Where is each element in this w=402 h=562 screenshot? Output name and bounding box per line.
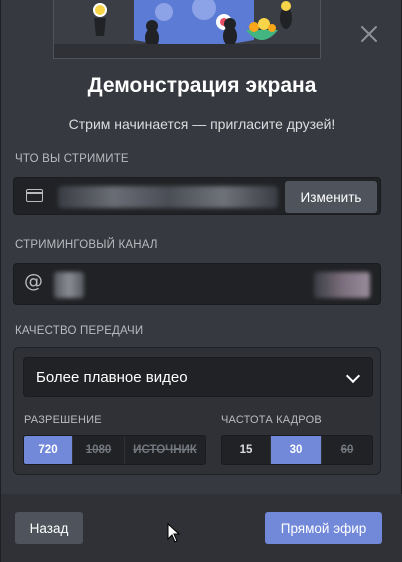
resolution-option-source[interactable]: ИСТОЧНИК [125, 436, 205, 464]
go-live-button[interactable]: Прямой эфир [265, 512, 382, 544]
stream-source-name-redacted [58, 186, 278, 208]
stream-modal: Демонстрация экрана Стрим начинается — п… [0, 0, 402, 562]
stream-channel-label: СТРИМИНГОВЫЙ КАНАЛ [15, 239, 158, 251]
illustration-art [54, 0, 320, 58]
framerate-option-60[interactable]: 60 [322, 436, 372, 464]
framerate-option-15[interactable]: 15 [222, 436, 271, 464]
change-source-button[interactable]: Изменить [285, 181, 377, 213]
resolution-toggle: 720 1080 ИСТОЧНИК [23, 435, 206, 465]
stream-illustration [53, 0, 321, 59]
stream-source-label: ЧТО ВЫ СТРИМИТЕ [15, 153, 129, 165]
modal-subtitle: Стрим начинается — пригласите друзей! [68, 116, 336, 132]
chevron-down-icon [345, 368, 361, 384]
mouse-cursor-icon [167, 523, 181, 543]
resolution-label: РАЗРЕШЕНИЕ [24, 414, 102, 426]
framerate-toggle: 15 30 60 [221, 435, 373, 465]
back-button[interactable]: Назад [15, 512, 83, 544]
channel-info-redacted [314, 272, 370, 298]
resolution-option-720[interactable]: 720 [24, 436, 73, 464]
stream-channel-field: @ [13, 263, 381, 305]
framerate-option-30[interactable]: 30 [271, 436, 322, 464]
at-sign-icon: @ [24, 270, 43, 292]
app-window-icon [26, 189, 43, 202]
framerate-label: ЧАСТОТА КАДРОВ [221, 414, 322, 426]
resolution-option-1080[interactable]: 1080 [73, 436, 125, 464]
modal-title: Демонстрация экрана [87, 74, 317, 97]
quality-label: КАЧЕСТВО ПЕРЕДАЧИ [15, 325, 144, 337]
quality-preset-value: Более плавное видео [36, 369, 188, 386]
close-icon[interactable] [357, 24, 381, 48]
channel-name-redacted [54, 272, 84, 298]
quality-preset-select[interactable]: Более плавное видео [23, 357, 373, 397]
